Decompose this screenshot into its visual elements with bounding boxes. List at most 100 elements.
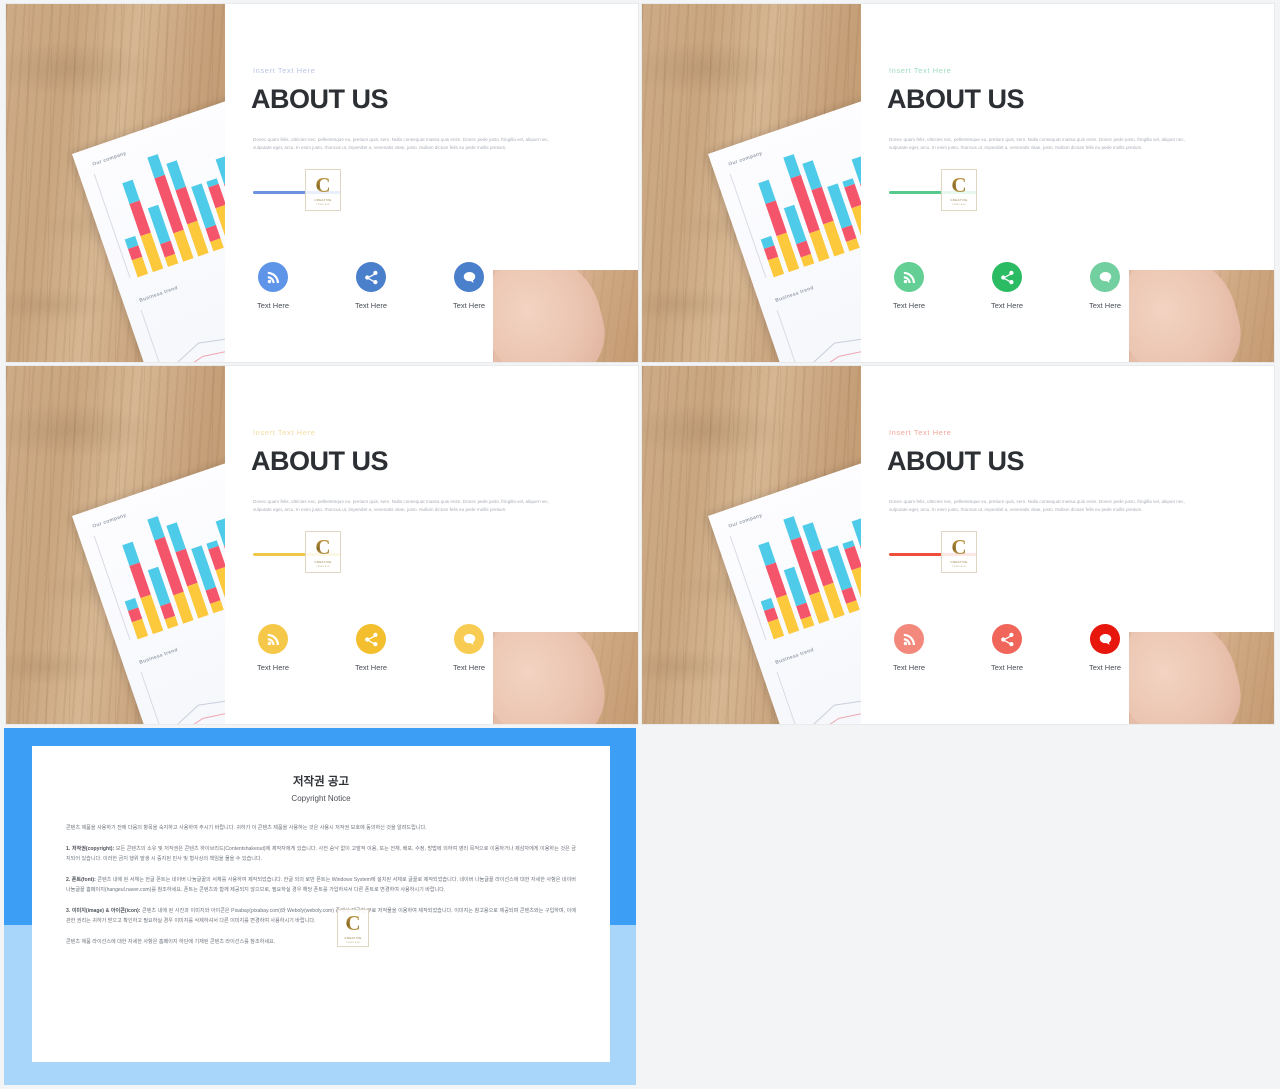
chart-bar-segment (164, 253, 179, 267)
chart-title: Our company (91, 150, 128, 168)
icon-label: Text Here (256, 301, 290, 310)
copyright-footer: 콘텐츠 제품 라이선스에 대한 자세한 사항은 홈페이지 하단에 기재된 콘텐츠… (66, 938, 276, 945)
copyright-item: 3. 이미지(image) & 아이콘(icon): 콘텐츠 내에 된 사진과 … (66, 907, 576, 926)
icon-row: Text Here Text Here Text Here (249, 624, 493, 672)
chat-bubble-icon[interactable] (1090, 624, 1120, 654)
chart-bar-segment (131, 256, 149, 278)
logo-line-1: CREATIVE (314, 559, 332, 564)
page-title: ABOUT US (251, 446, 389, 476)
icon-label: Text Here (1088, 301, 1122, 310)
copyright-paper: 저작권 공고 Copyright Notice 콘텐츠 제품을 사용하기 전에 … (32, 746, 610, 1062)
wood-desk-chart-photo: Our company Business trend (642, 366, 861, 724)
logo-letter: C (315, 534, 331, 559)
body-paragraph: Donec quam felis, ultricies nec, pellent… (889, 499, 1185, 512)
icon-label: Text Here (1088, 663, 1122, 672)
icon-item[interactable]: Text Here (445, 262, 493, 310)
icon-item[interactable]: Text Here (983, 262, 1031, 310)
share-icon[interactable] (992, 262, 1022, 292)
wood-desk-closeup-photo (1129, 632, 1274, 724)
chart-title: Our company (727, 512, 764, 530)
chart-bar-segment (129, 200, 151, 237)
logo-line-2: TEMPLATE (316, 203, 330, 206)
chart-bar-segment (210, 600, 224, 614)
slide-content: Insert Text Here ABOUT US Donec quam fel… (225, 4, 638, 362)
rss-icon[interactable] (258, 262, 288, 292)
copyright-notice-slide[interactable]: 저작권 공고 Copyright Notice 콘텐츠 제품을 사용하기 전에 … (4, 728, 636, 1085)
copyright-item-text: 모든 콘텐츠의 소유 및 저작권은 콘텐츠 하이브리드(Contentshake… (66, 846, 576, 862)
chat-bubble-icon[interactable] (454, 262, 484, 292)
share-icon[interactable] (992, 624, 1022, 654)
share-icon[interactable] (356, 262, 386, 292)
wood-desk-chart-photo: Our company Business trend (6, 366, 225, 724)
copyright-item-label: 3. 이미지(image) & 아이콘(icon): (66, 908, 141, 915)
chart-bar-segment (210, 238, 224, 252)
icon-item[interactable]: Text Here (249, 624, 297, 672)
chart-bar-segment (802, 522, 822, 553)
body-paragraph: Donec quam felis, ultricies nec, pellent… (253, 137, 549, 150)
chart-bar-segment (765, 200, 787, 237)
rss-icon[interactable] (894, 262, 924, 292)
eyebrow-label: Insert Text Here (253, 428, 316, 437)
icon-row: Text Here Text Here Text Here (885, 262, 1129, 310)
copyright-item-label: 1. 저작권(copyright): (66, 846, 115, 853)
slide-thumbnail-red[interactable]: Our company Business trend Insert Text H… (642, 366, 1274, 724)
logo-letter: C (315, 172, 331, 197)
icon-label: Text Here (354, 663, 388, 672)
icon-row: Text Here Text Here Text Here (885, 624, 1129, 672)
chart-title: Our company (727, 150, 764, 168)
copyright-title-en: Copyright Notice (291, 794, 351, 803)
icon-label: Text Here (892, 301, 926, 310)
slide-thumbnail-yellow[interactable]: Our company Business trend Insert Text H… (6, 366, 638, 724)
rss-icon[interactable] (894, 624, 924, 654)
slide-content: Insert Text Here ABOUT US Donec quam fel… (225, 366, 638, 724)
chart-bar-segment (846, 238, 860, 252)
icon-item[interactable]: Text Here (347, 624, 395, 672)
chart-bar-segment (800, 253, 815, 267)
slide-content: Insert Text Here ABOUT US Donec quam fel… (861, 4, 1274, 362)
chat-bubble-icon[interactable] (1090, 262, 1120, 292)
icon-item[interactable]: Text Here (885, 262, 933, 310)
icon-label: Text Here (256, 663, 290, 672)
icon-item[interactable]: Text Here (885, 624, 933, 672)
icon-label: Text Here (990, 663, 1024, 672)
chat-bubble-icon[interactable] (454, 624, 484, 654)
logo-line-2: TEMPLATE (346, 941, 360, 944)
copyright-intro: 콘텐츠 제품을 사용하기 전에 다음의 항목을 숙지하고 사용하여 주시기 바랍… (66, 825, 427, 831)
chart-bar-segment (802, 160, 822, 191)
icon-item[interactable]: Text Here (1081, 262, 1129, 310)
slide-thumbnail-blue[interactable]: Our company Business trend Insert Text H… (6, 4, 638, 362)
wood-desk-closeup-photo (493, 632, 638, 724)
template-preview-canvas: Our company Business trend Insert Text H… (0, 0, 1280, 1089)
icon-item[interactable]: Text Here (445, 624, 493, 672)
logo-watermark: C CREATIVE TEMPLATE (305, 531, 341, 573)
logo-watermark: C CREATIVE TEMPLATE (941, 531, 977, 573)
slide-thumbnail-green[interactable]: Our company Business trend Insert Text H… (642, 4, 1274, 362)
chart-bar-segment (129, 562, 151, 599)
logo-letter: C (345, 910, 361, 935)
logo-line-1: CREATIVE (950, 197, 968, 202)
chart-bar-segment (131, 618, 149, 640)
copyright-item: 1. 저작권(copyright): 모든 콘텐츠의 소유 및 저작권은 콘텐츠… (66, 845, 576, 864)
eyebrow-label: Insert Text Here (253, 66, 316, 75)
chart-bar-segment (800, 615, 815, 629)
share-icon[interactable] (356, 624, 386, 654)
chart-title: Our company (91, 512, 128, 530)
icon-label: Text Here (990, 301, 1024, 310)
wood-desk-closeup-photo (493, 270, 638, 362)
slide-content: Insert Text Here ABOUT US Donec quam fel… (861, 366, 1274, 724)
icon-label: Text Here (892, 663, 926, 672)
icon-item[interactable]: Text Here (249, 262, 297, 310)
chart-secondary-title: Business trend (774, 647, 815, 666)
rss-icon[interactable] (258, 624, 288, 654)
icon-item[interactable]: Text Here (1081, 624, 1129, 672)
copyright-item-text: 콘텐츠 내에 된 사진과 이미지와 아이콘은 Pixabay(pixabay.c… (66, 908, 577, 924)
logo-line-1: CREATIVE (314, 197, 332, 202)
chart-secondary-title: Business trend (138, 647, 179, 666)
logo-line-1: CREATIVE (344, 935, 362, 940)
chart-bar-segment (166, 160, 186, 191)
icon-item[interactable]: Text Here (983, 624, 1031, 672)
logo-line-2: TEMPLATE (952, 565, 966, 568)
body-paragraph: Donec quam felis, ultricies nec, pellent… (889, 137, 1185, 150)
icon-item[interactable]: Text Here (347, 262, 395, 310)
logo-watermark: C CREATIVE TEMPLATE (941, 169, 977, 211)
